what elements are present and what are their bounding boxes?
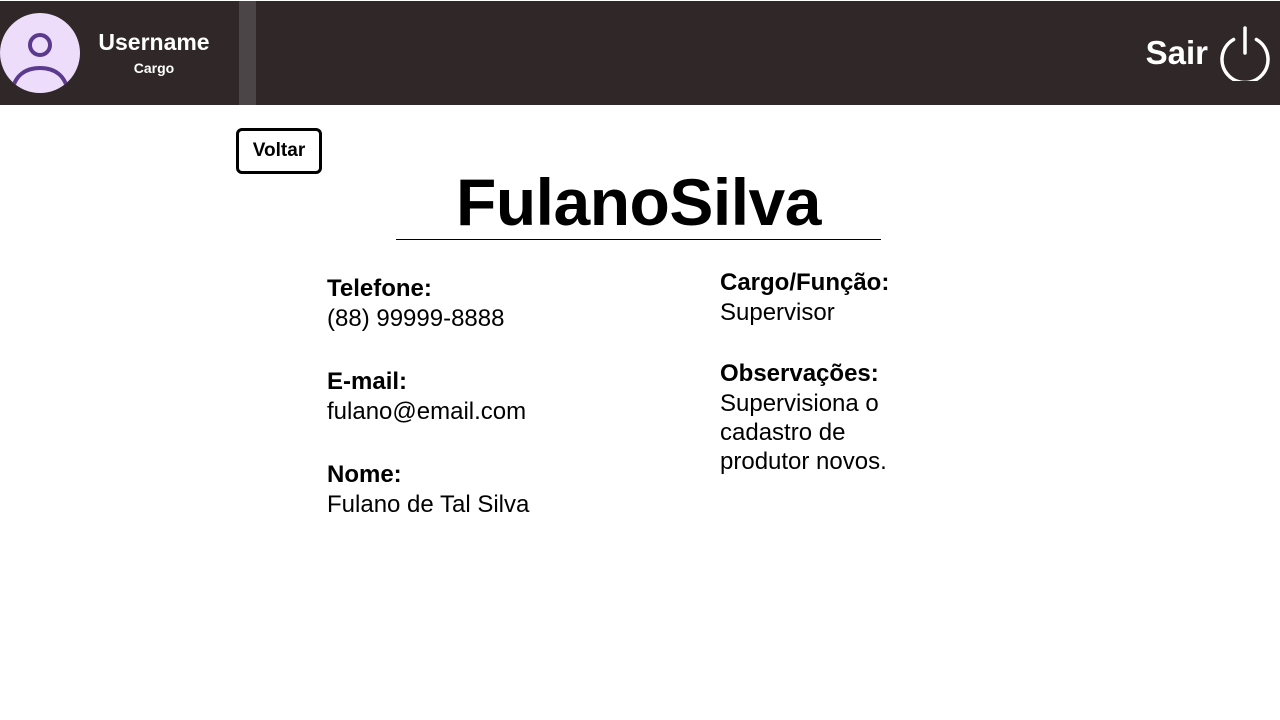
email-value: fulano@email.com <box>327 398 527 425</box>
top-bar: Username Cargo Sair <box>0 1 1280 105</box>
notes-label: Observações: <box>720 360 879 387</box>
email-label: E-mail: <box>327 368 408 395</box>
back-button[interactable]: Voltar <box>236 128 322 174</box>
profile-title: FulanoSilva <box>456 165 821 239</box>
name-field: Nome: Fulano de Tal Silva <box>327 460 529 520</box>
phone-field: Telefone: (88) 99999-8888 <box>327 274 504 334</box>
role-value: Supervisor <box>720 299 835 326</box>
name-label: Nome: <box>327 461 402 488</box>
logout-label: Sair <box>1145 34 1208 71</box>
user-role-label: Cargo <box>133 60 175 76</box>
header-divider <box>239 1 256 105</box>
avatar[interactable] <box>0 13 80 93</box>
title-divider <box>396 239 881 240</box>
role-label: Cargo/Função: <box>720 269 890 296</box>
name-value: Fulano de Tal Silva <box>327 491 530 518</box>
notes-field: Observações: Supervisiona o cadastro de … <box>720 359 940 476</box>
notes-value: Supervisiona o cadastro de produtor novo… <box>720 390 887 475</box>
email-field: E-mail: fulano@email.com <box>327 367 526 427</box>
role-field: Cargo/Função: Supervisor <box>720 268 889 328</box>
phone-value: (88) 99999-8888 <box>327 305 505 332</box>
power-icon <box>1220 26 1270 81</box>
user-icon <box>10 33 70 93</box>
phone-label: Telefone: <box>327 275 432 302</box>
username-label: Username <box>98 29 210 55</box>
logout-button[interactable]: Sair <box>1146 23 1272 83</box>
